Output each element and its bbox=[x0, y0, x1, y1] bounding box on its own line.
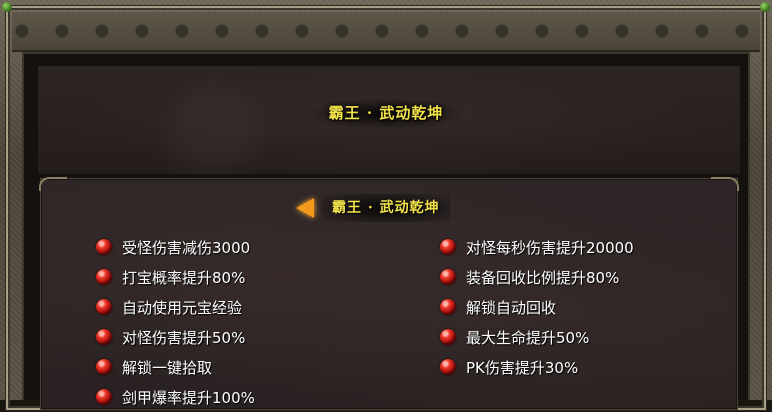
red-orb-icon bbox=[96, 269, 112, 285]
feature-list-right: 对怪每秒伤害提升20000 装备回收比例提升80% 解锁自动回收 最大生命提升5… bbox=[440, 232, 634, 382]
red-orb-icon bbox=[440, 269, 456, 285]
list-item: 对怪每秒伤害提升20000 bbox=[440, 232, 634, 262]
list-item: 解锁自动回收 bbox=[440, 292, 634, 322]
red-orb-icon bbox=[96, 329, 112, 345]
red-orb-icon bbox=[96, 389, 112, 405]
list-item: 最大生命提升50% bbox=[440, 322, 634, 352]
list-item: 装备回收比例提升80% bbox=[440, 262, 634, 292]
red-orb-icon bbox=[440, 299, 456, 315]
corner-gem-icon bbox=[760, 2, 770, 12]
feature-text: PK伤害提升30% bbox=[466, 358, 579, 377]
corner-ornament bbox=[711, 177, 739, 191]
feature-text: 解锁自动回收 bbox=[466, 298, 557, 317]
list-item: 剑甲爆率提升100% bbox=[96, 382, 255, 412]
section-title: 霸王 · 武动乾坤 bbox=[322, 194, 450, 222]
feature-list-left: 受怪伤害减伤3000 打宝概率提升80% 自动使用元宝经验 对怪伤害提升50% … bbox=[96, 232, 255, 412]
corner-ornament bbox=[39, 177, 67, 191]
feature-text: 装备回收比例提升80% bbox=[466, 268, 620, 287]
frame-top-band bbox=[12, 12, 760, 52]
section-heading: 霸王 · 武动乾坤 bbox=[296, 194, 468, 222]
feature-text: 受怪伤害减伤3000 bbox=[122, 238, 251, 257]
arrow-left-icon bbox=[296, 198, 314, 218]
feature-text: 对怪每秒伤害提升20000 bbox=[466, 238, 634, 257]
list-item: 受怪伤害减伤3000 bbox=[96, 232, 255, 262]
feature-text: 对怪伤害提升50% bbox=[122, 328, 246, 347]
feature-text: 最大生命提升50% bbox=[466, 328, 590, 347]
feature-text: 剑甲爆率提升100% bbox=[122, 388, 255, 407]
red-orb-icon bbox=[440, 329, 456, 345]
feature-text: 打宝概率提升80% bbox=[122, 268, 246, 287]
feature-text: 自动使用元宝经验 bbox=[122, 298, 243, 317]
list-item: 对怪伤害提升50% bbox=[96, 322, 255, 352]
red-orb-icon bbox=[96, 299, 112, 315]
list-item: 解锁一键拾取 bbox=[96, 352, 255, 382]
red-orb-icon bbox=[440, 239, 456, 255]
list-item: 自动使用元宝经验 bbox=[96, 292, 255, 322]
red-orb-icon bbox=[96, 239, 112, 255]
red-orb-icon bbox=[96, 359, 112, 375]
feature-text: 解锁一键拾取 bbox=[122, 358, 213, 377]
list-item: 打宝概率提升80% bbox=[96, 262, 255, 292]
corner-gem-icon bbox=[2, 2, 12, 12]
red-orb-icon bbox=[440, 359, 456, 375]
list-item: PK伤害提升30% bbox=[440, 352, 634, 382]
header-title: 霸王 · 武动乾坤 bbox=[328, 104, 444, 122]
